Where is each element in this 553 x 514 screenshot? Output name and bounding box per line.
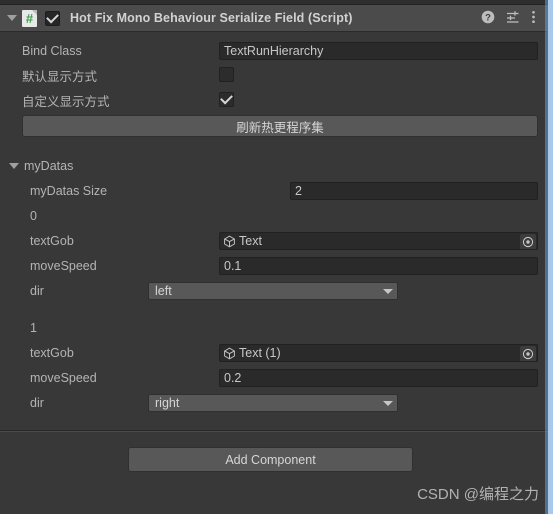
- element-0-textgob-value: Text: [239, 234, 262, 248]
- element-1-movespeed-label: moveSpeed: [30, 371, 97, 385]
- element-0-textgob-label: textGob: [30, 234, 74, 248]
- component-foldout-toggle[interactable]: [4, 15, 20, 21]
- help-icon[interactable]: ?: [481, 10, 495, 27]
- element-1-dir-value: right: [155, 396, 180, 410]
- script-icon-glyph: #: [25, 10, 34, 26]
- row-element-0-textgob: textGob Text: [0, 231, 548, 251]
- element-1-index-label: 1: [30, 321, 37, 335]
- custom-display-mode-label: 自定义显示方式: [22, 94, 110, 109]
- bind-class-input[interactable]: TextRunHierarchy: [219, 42, 538, 60]
- element-0-dir-value: left: [155, 284, 172, 298]
- element-0-dir-label: dir: [30, 284, 44, 298]
- more-menu-icon[interactable]: [531, 10, 536, 27]
- element-1-dir-dropdown[interactable]: right: [148, 394, 398, 412]
- refresh-hotfix-assembly-button[interactable]: 刷新热更程序集: [22, 115, 538, 137]
- chevron-down-icon: [383, 400, 393, 406]
- triangle-down-icon: [9, 163, 19, 169]
- custom-display-mode-checkbox[interactable]: [219, 91, 234, 107]
- mydatas-foldout-toggle[interactable]: [8, 156, 20, 176]
- mydatas-label: myDatas: [24, 159, 74, 173]
- check-icon: [220, 91, 233, 105]
- element-0-movespeed-input[interactable]: 0.1: [219, 257, 538, 275]
- component-header[interactable]: # Hot Fix Mono Behaviour Serialize Field…: [0, 5, 548, 32]
- component-enabled-checkbox[interactable]: [45, 10, 60, 26]
- element-0-movespeed-label: moveSpeed: [30, 259, 97, 273]
- row-element-1-dir: dir right: [0, 393, 548, 413]
- csharp-script-icon: #: [22, 9, 37, 27]
- gameobject-cube-icon: [224, 235, 235, 247]
- row-custom-display-mode: 自定义显示方式: [0, 90, 548, 110]
- row-element-0-movespeed: moveSpeed 0.1: [0, 256, 548, 276]
- unity-inspector-window: # Hot Fix Mono Behaviour Serialize Field…: [0, 0, 553, 514]
- default-display-mode-label: 默认显示方式: [22, 69, 98, 84]
- refresh-hotfix-assembly-label: 刷新热更程序集: [236, 120, 324, 135]
- object-picker-icon[interactable]: [520, 234, 536, 249]
- array-element-index: 0: [0, 206, 548, 226]
- mydatas-size-label: myDatas Size: [30, 184, 108, 198]
- array-element-index: 1: [0, 318, 548, 338]
- window-right-border: [548, 0, 553, 514]
- default-display-mode-checkbox[interactable]: [219, 67, 234, 82]
- component-title: Hot Fix Mono Behaviour Serialize Field (…: [70, 11, 353, 25]
- element-1-dir-label: dir: [30, 396, 44, 410]
- bind-class-label: Bind Class: [22, 44, 82, 58]
- element-1-movespeed-input[interactable]: 0.2: [219, 369, 538, 387]
- row-element-1-movespeed: moveSpeed 0.2: [0, 368, 548, 388]
- element-0-index-label: 0: [30, 209, 37, 223]
- row-mydatas-foldout[interactable]: myDatas: [0, 156, 548, 176]
- component-header-icons: ?: [481, 10, 536, 27]
- element-1-textgob-value: Text (1): [239, 346, 281, 360]
- chevron-down-icon: [383, 288, 393, 294]
- add-component-label: Add Component: [225, 452, 316, 467]
- row-element-0-dir: dir left: [0, 281, 548, 301]
- element-0-dir-dropdown[interactable]: left: [148, 282, 398, 300]
- element-1-textgob-objectfield[interactable]: Text (1): [219, 344, 538, 362]
- add-component-button[interactable]: Add Component: [128, 447, 413, 472]
- element-0-textgob-objectfield[interactable]: Text: [219, 232, 538, 250]
- mydatas-size-input[interactable]: 2: [290, 182, 538, 200]
- row-mydatas-size: myDatas Size 2: [0, 181, 548, 201]
- row-element-1-textgob: textGob Text (1): [0, 343, 548, 363]
- row-default-display-mode: 默认显示方式: [0, 65, 548, 85]
- gameobject-cube-icon: [224, 347, 235, 359]
- object-picker-icon[interactable]: [520, 346, 536, 361]
- row-bind-class: Bind Class TextRunHierarchy: [0, 41, 548, 61]
- csdn-watermark: CSDN @编程之力: [417, 486, 539, 503]
- check-icon: [46, 10, 59, 23]
- element-1-textgob-label: textGob: [30, 346, 74, 360]
- triangle-down-icon: [7, 15, 17, 21]
- svg-text:?: ?: [485, 12, 491, 23]
- footer-divider-highlight: [0, 431, 548, 432]
- preset-icon[interactable]: [506, 10, 520, 27]
